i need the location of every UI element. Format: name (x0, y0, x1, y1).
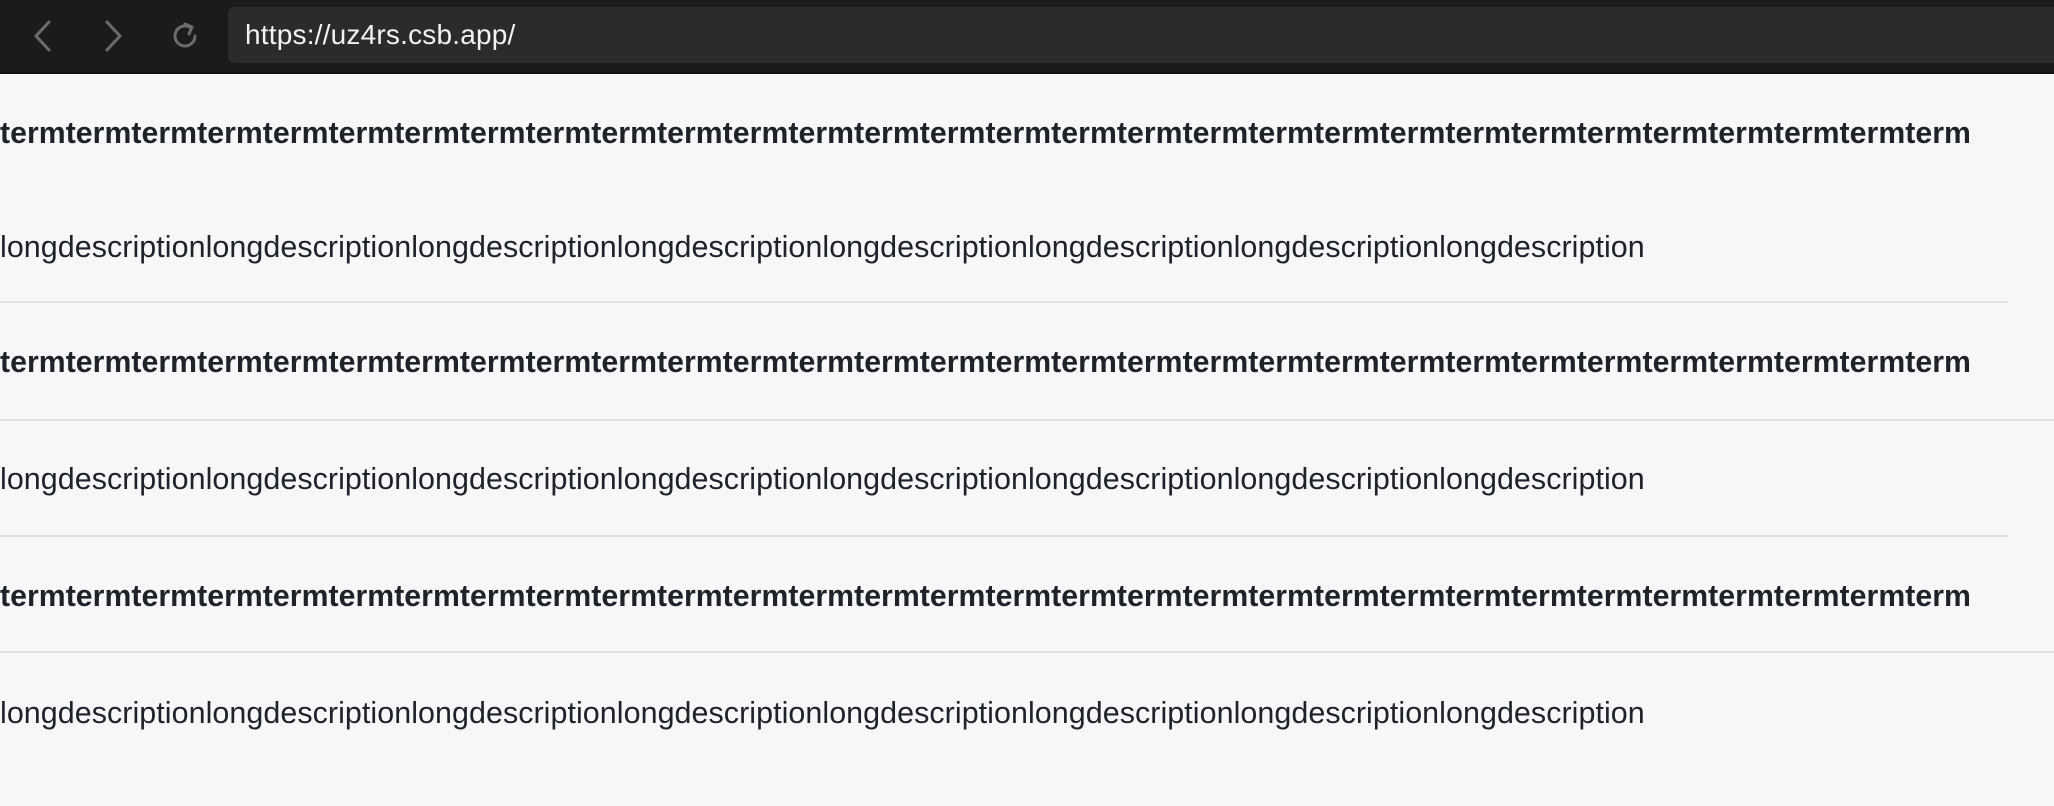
divider (0, 419, 2054, 421)
definition-list: termtermtermtermtermtermtermtermtermterm… (0, 74, 2054, 806)
divider (0, 651, 2054, 653)
browser-toolbar: https://uz4rs.csb.app/ (0, 0, 2054, 74)
divider (0, 301, 2008, 303)
chevron-left-icon (32, 19, 54, 53)
list-description: longdescriptionlongdescriptionlongdescri… (0, 462, 1645, 496)
list-term: termtermtermtermtermtermtermtermtermterm… (0, 117, 1971, 150)
url-text: https://uz4rs.csb.app/ (245, 19, 516, 50)
forward-button[interactable] (93, 14, 133, 58)
chevron-right-icon (102, 19, 124, 53)
list-term: termtermtermtermtermtermtermtermtermterm… (0, 346, 1971, 379)
reload-button[interactable] (165, 14, 205, 58)
list-description: longdescriptionlongdescriptionlongdescri… (0, 230, 1645, 264)
address-bar[interactable]: https://uz4rs.csb.app/ (228, 7, 2054, 63)
reload-icon (168, 19, 202, 53)
list-term: termtermtermtermtermtermtermtermtermterm… (0, 580, 1971, 613)
divider (0, 535, 2008, 537)
back-button[interactable] (23, 14, 63, 58)
list-description: longdescriptionlongdescriptionlongdescri… (0, 696, 1645, 730)
